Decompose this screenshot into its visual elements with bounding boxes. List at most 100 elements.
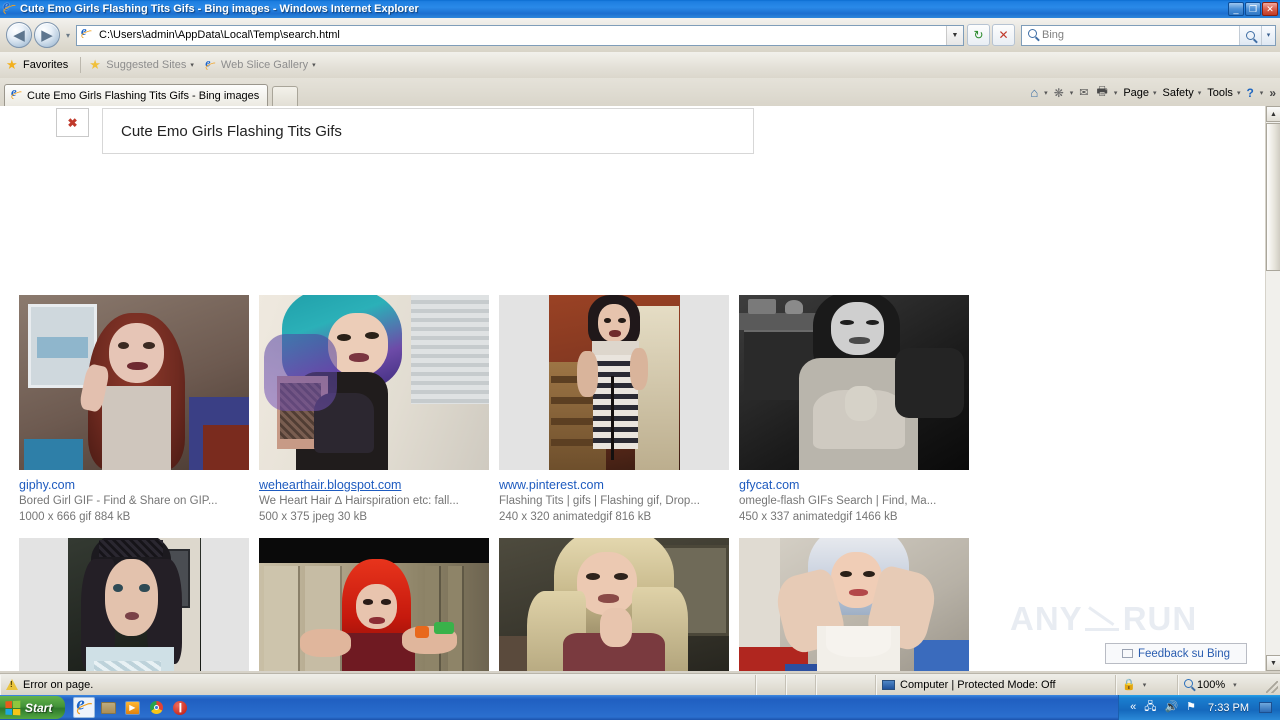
taskbar-media-player-icon[interactable]: ▶ xyxy=(121,697,143,718)
result-thumbnail[interactable] xyxy=(259,538,489,671)
result-item[interactable]: gfycat.com omegle-flash GIFs Search | Fi… xyxy=(739,295,969,525)
chevron-down-icon: ▾ xyxy=(1044,89,1048,97)
security-zone-pane[interactable]: Computer | Protected Mode: Off xyxy=(876,674,1116,695)
favorites-button[interactable]: ★ Favorites xyxy=(6,58,68,72)
result-site-link[interactable]: giphy.com xyxy=(19,477,249,493)
stop-button[interactable]: ✕ xyxy=(992,24,1015,46)
help-icon: ? xyxy=(1246,85,1254,100)
taskbar-chrome-icon[interactable] xyxy=(145,697,167,718)
result-item[interactable]: wehearthair.blogspot.com We Heart Hair ∆… xyxy=(259,295,489,525)
result-item[interactable]: www.pinterest.com Flashing Tits | gifs |… xyxy=(499,295,729,525)
security-zone-text: Computer | Protected Mode: Off xyxy=(900,678,1056,691)
network-icon[interactable]: 🖧 xyxy=(1144,702,1156,713)
query-input[interactable]: Cute Emo Girls Flashing Tits Gifs xyxy=(102,108,754,154)
volume-icon[interactable]: 🔊 xyxy=(1164,702,1178,713)
help-button[interactable]: ? ▾ xyxy=(1246,86,1263,100)
search-box[interactable]: Bing ▾ xyxy=(1021,24,1276,46)
results-grid: giphy.com Bored Girl GIF - Find & Share … xyxy=(19,295,979,671)
ie-logo-icon xyxy=(3,0,17,16)
feedback-button[interactable]: Feedback su Bing xyxy=(1105,643,1247,664)
start-button[interactable]: Start xyxy=(0,696,66,719)
result-item[interactable] xyxy=(739,538,969,671)
result-site-link[interactable]: www.pinterest.com xyxy=(499,477,729,493)
search-go-button[interactable] xyxy=(1239,25,1261,45)
forward-button[interactable]: ▶ xyxy=(34,22,60,48)
safety-menu-button[interactable]: Safety ▾ xyxy=(1163,87,1202,99)
protected-mode-pane[interactable]: 🔒 ▾ xyxy=(1116,674,1178,695)
minimize-button[interactable]: _ xyxy=(1228,2,1244,16)
command-overflow-button[interactable]: » xyxy=(1269,86,1276,100)
search-input[interactable]: Bing xyxy=(1042,29,1239,41)
suggested-sites-button[interactable]: ★ Suggested Sites ▾ xyxy=(89,58,194,72)
page-menu-button[interactable]: Page ▾ xyxy=(1123,87,1156,99)
quick-launch-bar: ▶ ❙ xyxy=(71,695,193,720)
taskbar-internet-explorer-icon[interactable] xyxy=(73,696,96,718)
result-thumbnail[interactable] xyxy=(739,295,969,470)
show-hidden-icons-button[interactable]: « xyxy=(1130,702,1136,713)
result-thumbnail[interactable] xyxy=(499,538,729,671)
result-thumbnail[interactable] xyxy=(19,295,249,470)
favorites-bar: ★ Favorites ★ Suggested Sites ▾ Web Slic… xyxy=(0,52,1280,78)
scrollbar-thumb[interactable] xyxy=(1266,123,1280,271)
page-favicon-icon xyxy=(80,25,96,43)
web-slice-gallery-button[interactable]: Web Slice Gallery ▾ xyxy=(204,57,316,72)
result-site-link[interactable]: wehearthair.blogspot.com xyxy=(259,477,489,493)
tools-menu-button[interactable]: Tools ▾ xyxy=(1207,87,1240,99)
stop-icon: ✕ xyxy=(998,28,1009,42)
zoom-pane[interactable]: 100% ▾ xyxy=(1178,674,1246,695)
resize-grip[interactable] xyxy=(1266,681,1278,693)
result-item[interactable] xyxy=(499,538,729,671)
result-meta: 240 x 320 animatedgif 816 kB xyxy=(499,511,652,523)
result-thumbnail[interactable] xyxy=(499,295,729,470)
result-thumbnail[interactable] xyxy=(739,538,969,671)
taskbar-explorer-folder-icon[interactable] xyxy=(97,697,119,718)
close-button[interactable]: ✕ xyxy=(1262,2,1278,16)
result-thumbnail[interactable] xyxy=(19,538,249,671)
result-caption: www.pinterest.com Flashing Tits | gifs |… xyxy=(499,470,729,525)
result-item[interactable]: giphy.com Bored Girl GIF - Find & Share … xyxy=(19,295,249,525)
navigation-bar: ◀ ▶ ▾ C:\Users\admin\AppData\Local\Temp\… xyxy=(0,18,1280,52)
page-content: ✖ Cute Emo Girls Flashing Tits Gifs giph… xyxy=(0,106,1265,671)
tab-active[interactable]: Cute Emo Girls Flashing Tits Gifs - Bing… xyxy=(4,84,269,106)
scroll-up-button[interactable]: ▲ xyxy=(1266,106,1280,122)
ie-small-icon xyxy=(204,57,217,72)
chevron-down-icon: ▾ xyxy=(312,62,316,69)
address-value: C:\Users\admin\AppData\Local\Temp\search… xyxy=(99,29,340,41)
result-caption: giphy.com Bored Girl GIF - Find & Share … xyxy=(19,470,249,525)
new-tab-button[interactable] xyxy=(272,86,299,106)
maximize-button[interactable]: ❐ xyxy=(1245,2,1261,16)
result-meta: 500 x 375 jpeg 30 kB xyxy=(259,511,368,523)
result-caption: wehearthair.blogspot.com We Heart Hair ∆… xyxy=(259,470,489,525)
result-description: We Heart Hair ∆ Hairspiration etc: fall.… xyxy=(259,495,459,507)
result-description: Flashing Tits | gifs | Flashing gif, Dro… xyxy=(499,495,700,507)
windows-flag-icon xyxy=(5,700,21,715)
browser-window: Cute Emo Girls Flashing Tits Gifs - Bing… xyxy=(0,0,1280,720)
chevron-down-icon[interactable]: ▾ xyxy=(1233,681,1237,689)
result-thumbnail[interactable] xyxy=(259,295,489,470)
recent-pages-caret[interactable]: ▾ xyxy=(62,31,74,40)
scroll-down-button[interactable]: ▼ xyxy=(1266,655,1280,671)
address-bar[interactable]: C:\Users\admin\AppData\Local\Temp\search… xyxy=(76,24,964,46)
tab-label: Cute Emo Girls Flashing Tits Gifs - Bing… xyxy=(27,89,260,102)
result-item[interactable] xyxy=(19,538,249,671)
chevron-down-icon: ▾ xyxy=(1236,89,1241,97)
broken-image-placeholder-icon: ✖ xyxy=(56,108,89,137)
taskbar-stop-app-icon[interactable]: ❙ xyxy=(169,697,191,718)
flag-icon[interactable]: ⚑ xyxy=(1186,702,1196,713)
back-button[interactable]: ◀ xyxy=(6,22,32,48)
taskbar-clock[interactable]: 7:33 PM xyxy=(1208,702,1249,714)
read-mail-button[interactable]: ✉ xyxy=(1079,86,1090,99)
result-item[interactable] xyxy=(259,538,489,671)
show-desktop-button[interactable] xyxy=(1259,702,1272,713)
chevron-down-icon[interactable]: ▾ xyxy=(1143,681,1147,689)
status-error-pane[interactable]: Error on page. xyxy=(0,674,756,695)
address-dropdown-caret[interactable]: ▼ xyxy=(946,25,963,45)
warning-icon xyxy=(6,679,18,690)
refresh-button[interactable]: ↻ xyxy=(967,24,990,46)
result-site-link[interactable]: gfycat.com xyxy=(739,477,969,493)
feeds-button[interactable]: ❋ ▾ xyxy=(1054,86,1074,100)
page-scrollbar[interactable]: ▲ ▼ xyxy=(1265,106,1280,671)
home-button[interactable]: ⌂ ▾ xyxy=(1030,85,1047,100)
search-provider-caret[interactable]: ▾ xyxy=(1261,25,1275,45)
print-button[interactable]: 🖶 ▾ xyxy=(1096,82,1117,103)
